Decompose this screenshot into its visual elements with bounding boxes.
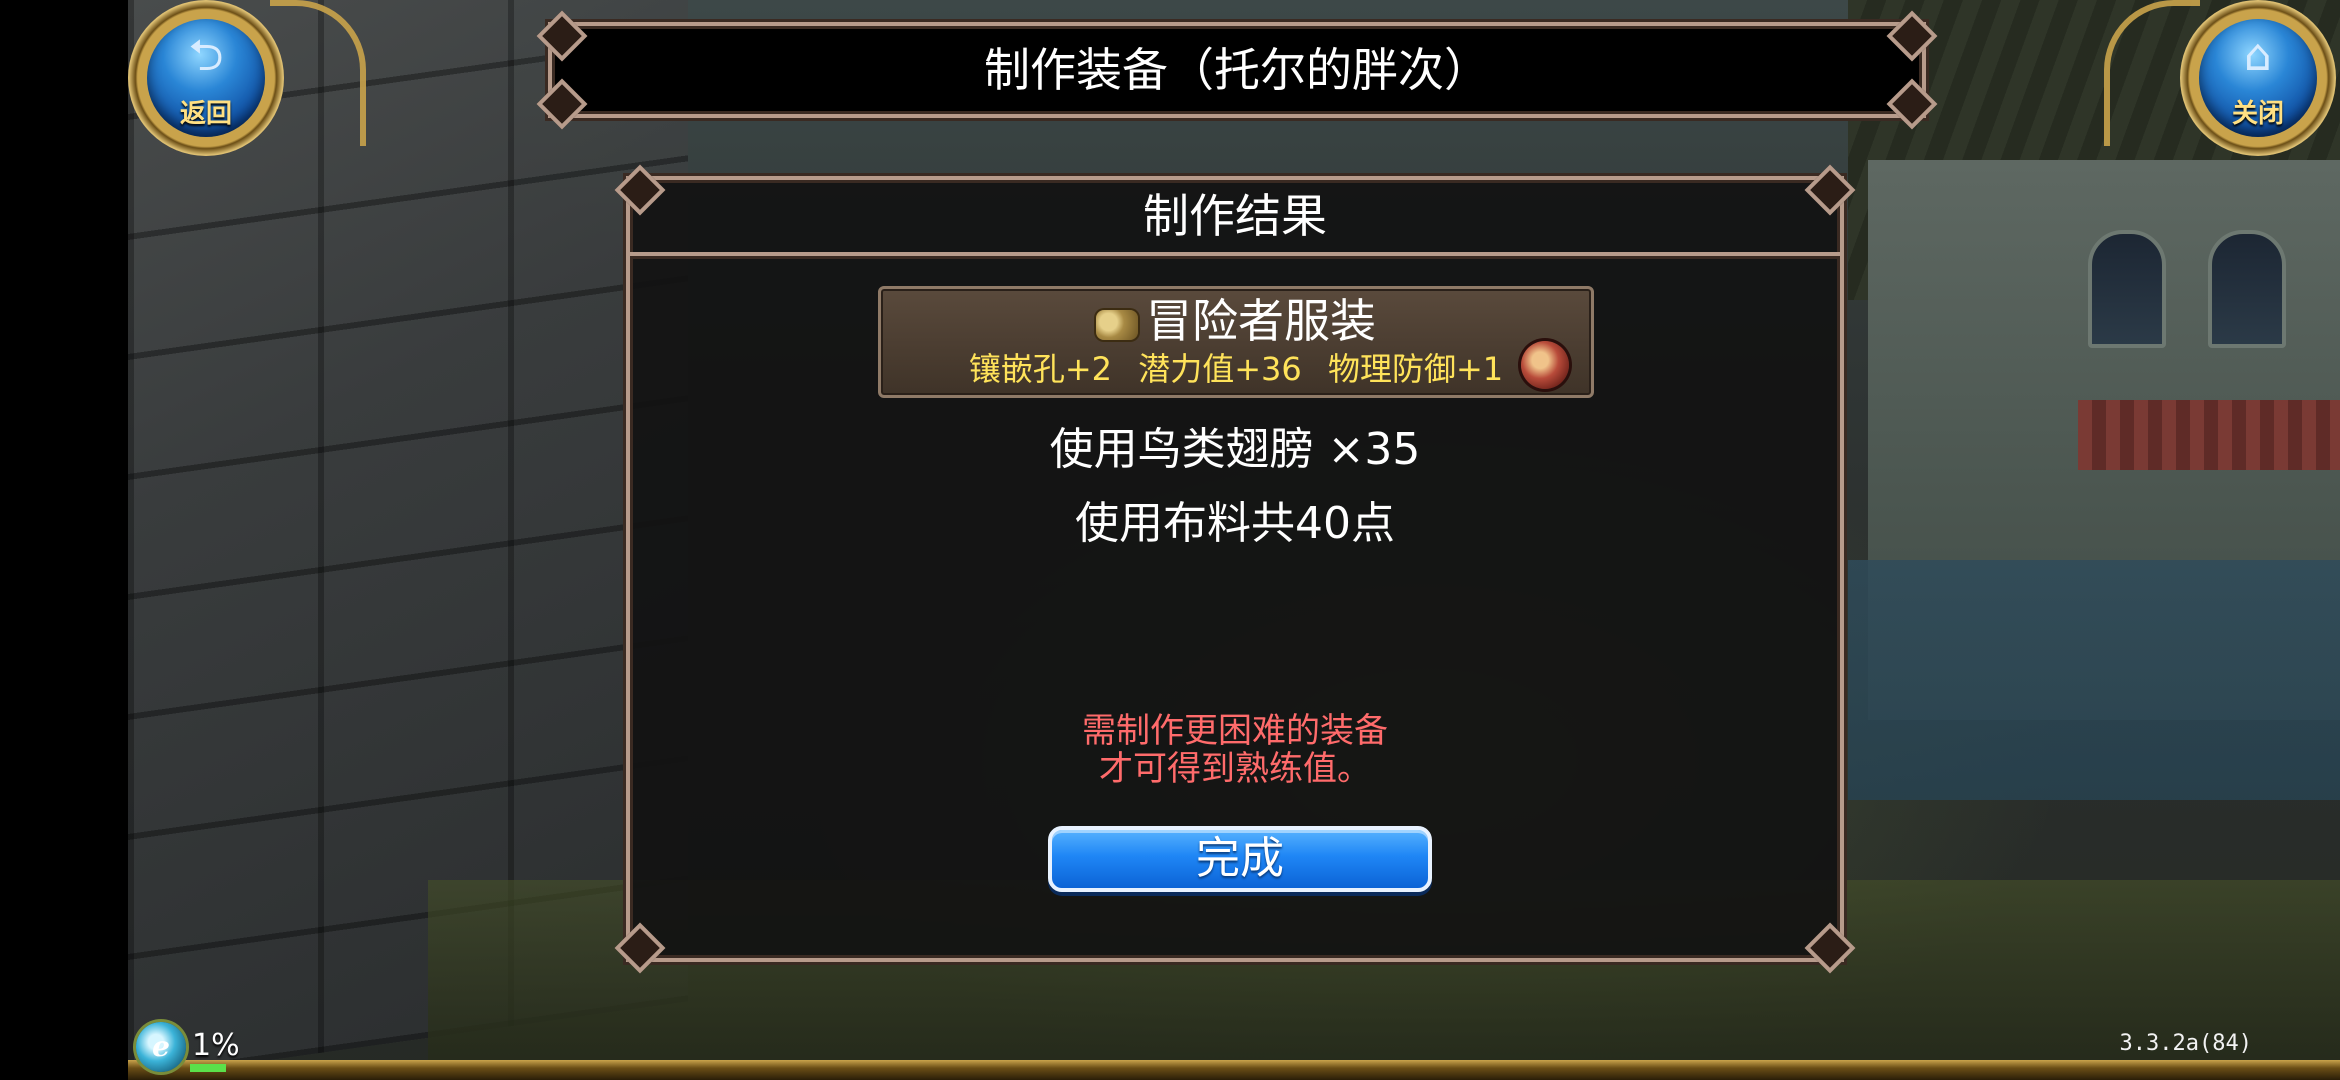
material-usage-text: 使用鸟类翅膀 ×35 (1049, 424, 1421, 475)
tile-roof (2078, 400, 2340, 470)
bottom-hud-bar (128, 1060, 2340, 1080)
experience-orb-icon[interactable]: ℯ (136, 1022, 186, 1072)
back-button[interactable]: ⮌ 返回 (128, 0, 284, 172)
panel-title: 制作结果 (1143, 189, 1327, 243)
notice-line-1: 需制作更困难的装备 (1082, 711, 1388, 751)
return-arrow-icon: ⮌ (188, 30, 224, 81)
stat-physical-defense: 物理防御+1 (1327, 350, 1504, 388)
item-stats: 镶嵌孔+2 潜力值+36 物理防御+1 (881, 349, 1591, 389)
building-window (2208, 230, 2286, 348)
close-label: 关闭 (2231, 99, 2284, 129)
item-name: 冒险者服装 (1146, 294, 1376, 348)
page-title: 制作装备（托尔的胖次） (984, 43, 1490, 97)
stat-socket: 镶嵌孔+2 (968, 350, 1113, 388)
stat-potential: 潜力值+36 (1138, 350, 1302, 388)
crafted-item-card[interactable]: 冒险者服装 镶嵌孔+2 潜力值+36 物理防御+1 (878, 286, 1594, 398)
cloth-usage-text: 使用布料共40点 (1075, 498, 1395, 549)
panel-header: 制作结果 (630, 180, 1840, 256)
title-banner: 制作装备（托尔的胖次） (548, 22, 1926, 118)
experience-percent: 1% (192, 1028, 240, 1063)
item-name-row: 冒险者服装 (881, 295, 1591, 347)
home-icon: ⌂ (2244, 30, 2272, 81)
building-window (2088, 230, 2166, 348)
done-button[interactable]: 完成 (1048, 826, 1432, 892)
notice-line-2: 才可得到熟练值。 (1099, 749, 1371, 789)
experience-progress-fill (190, 1064, 226, 1072)
close-button[interactable]: ⌂ 关闭 (2180, 0, 2336, 172)
canal-water (1848, 560, 2340, 800)
experience-glyph-icon: ℯ (152, 1030, 170, 1063)
craft-result-panel: 制作结果 冒险者服装 镶嵌孔+2 潜力值+36 物理防御+1 使用鸟类翅膀 ×3… (626, 176, 1844, 962)
adventurer-outfit-icon (1096, 309, 1138, 340)
proficiency-notice: 需制作更困难的装备 才可得到熟练值。 (630, 712, 1840, 788)
treasure-chest-icon (1521, 341, 1569, 389)
version-text: 3.3.2a(84) (2119, 1031, 2252, 1056)
back-label: 返回 (179, 99, 232, 129)
